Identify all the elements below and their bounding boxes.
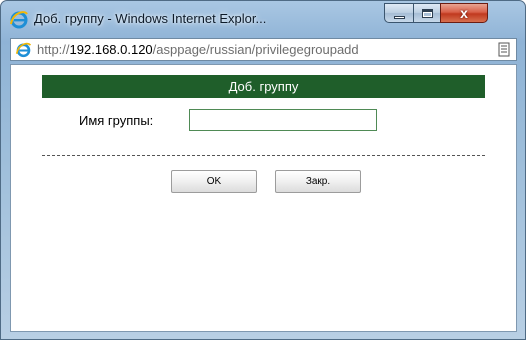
close-window-button[interactable]: x — [440, 3, 488, 23]
title-bar[interactable]: Доб. группу - Windows Internet Explor...… — [1, 1, 525, 37]
caption-buttons: x — [384, 3, 488, 23]
add-group-form: Доб. группу Имя группы: OK Закр. — [42, 75, 485, 196]
ie-logo-icon — [9, 9, 29, 29]
ie-page-icon — [15, 41, 32, 58]
group-name-input[interactable] — [189, 109, 377, 131]
url-host: 192.168.0.120 — [69, 42, 153, 57]
url-path: /asppage/russian/privilegegroupadd — [152, 42, 359, 57]
browser-popup-window: Доб. группу - Windows Internet Explor...… — [0, 0, 526, 340]
window-title: Доб. группу - Windows Internet Explor... — [34, 11, 267, 26]
maximize-icon — [422, 9, 433, 18]
group-name-label: Имя группы: — [79, 113, 154, 128]
button-row: OK Закр. — [42, 156, 485, 196]
close-button[interactable]: Закр. — [275, 170, 361, 193]
ok-button[interactable]: OK — [171, 170, 257, 193]
address-bar[interactable]: http://192.168.0.120/asppage/russian/pri… — [10, 38, 517, 61]
maximize-button[interactable] — [413, 3, 440, 23]
url-text[interactable]: http://192.168.0.120/asppage/russian/pri… — [37, 42, 359, 57]
group-name-row: Имя группы: — [42, 98, 485, 148]
page-icon[interactable] — [497, 42, 512, 57]
url-scheme: http:// — [37, 42, 70, 57]
minimize-button[interactable] — [384, 3, 413, 23]
close-icon: x — [460, 5, 468, 21]
form-header: Доб. группу — [42, 75, 485, 98]
minimize-icon — [394, 16, 405, 19]
